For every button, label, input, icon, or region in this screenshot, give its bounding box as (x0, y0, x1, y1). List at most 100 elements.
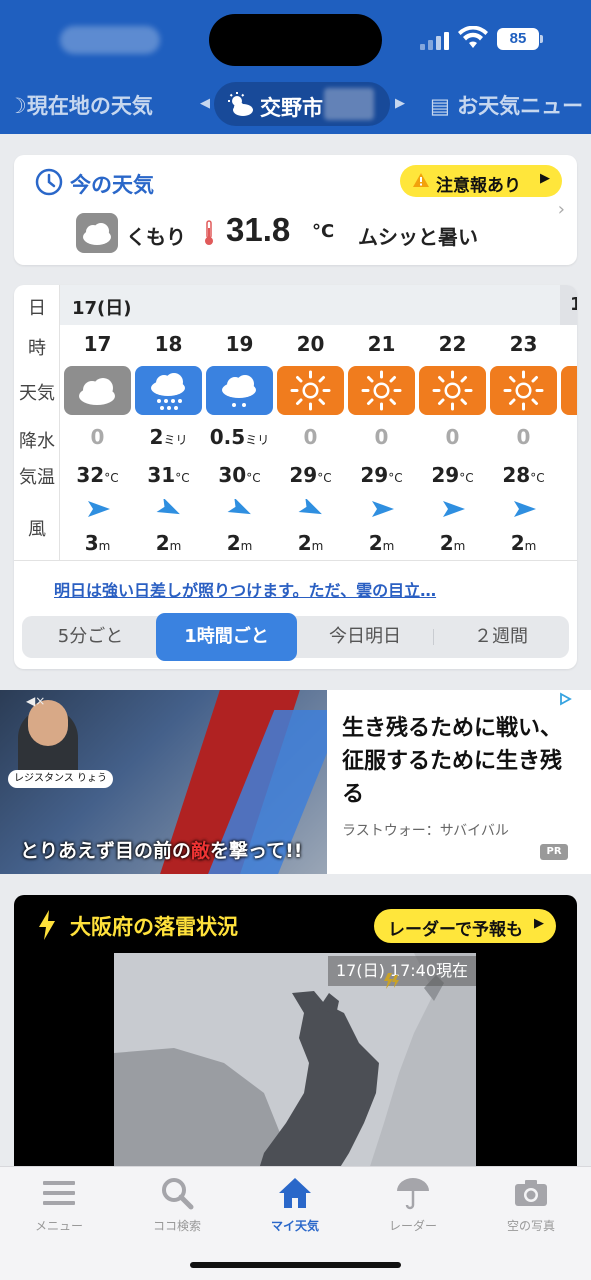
moon-icon: ☽ (8, 94, 27, 118)
status-time-blurred (60, 26, 160, 54)
cloudy-icon (64, 366, 131, 415)
tab-weather-news[interactable]: ▤ お天気ニュー (430, 90, 583, 120)
current-weather-card[interactable]: 今の天気 注意報あり ▶ くもり 31.8 °C ムシッと暑い › (14, 155, 577, 265)
nav-radar[interactable]: レーダー (354, 1175, 472, 1239)
ad-caption-post: を撃って!! (210, 840, 303, 862)
sunny-icon (419, 366, 486, 415)
ad-title[interactable]: 生き残るために戦い、征服するために生き残る (342, 712, 572, 811)
segment-today-tomorrow[interactable]: 今日明日 (297, 616, 433, 658)
precip-unit: ミリ (245, 433, 270, 447)
temp-number: 29 (431, 463, 460, 487)
wind-speed: 3 (84, 531, 99, 555)
nav-sky-photos-label: 空の写真 (506, 1219, 555, 1233)
segment-1hour[interactable]: 1時間ごと (156, 613, 297, 661)
ad-image[interactable]: ◀× レジスタンス りょう とりあえず目の前の敵を撃って!! (0, 690, 327, 874)
radar-forecast-button[interactable]: レーダーで予報も ▶ (374, 909, 556, 943)
hour-column: 23 0 28°C 2m (488, 325, 559, 560)
nav-my-weather-label: マイ天気 (270, 1219, 319, 1233)
hour-label: 17 (83, 332, 112, 356)
wind-direction-icon (86, 501, 110, 517)
tab-current-location[interactable]: ☽現在地の天気 (8, 90, 153, 120)
temp-number: 31 (147, 463, 176, 487)
hour-column: 17 0 32°C 3m (62, 325, 133, 560)
wind-speed: 2 (155, 531, 170, 555)
chevron-right-icon: ▶ (540, 171, 550, 186)
alert-badge[interactable]: 注意報あり ▶ (400, 165, 562, 197)
temp-number: 30 (218, 463, 247, 487)
row-label-wind: 風 (28, 519, 46, 540)
temp-number: 32 (76, 463, 105, 487)
temp-unit: °C (104, 471, 119, 485)
umbrella-icon (397, 1178, 429, 1210)
temp-unit: °C (388, 471, 403, 485)
segment-5min[interactable]: 5分ごと (22, 616, 159, 658)
wind-unit: m (382, 539, 395, 553)
lightning-card[interactable]: 大阪府の落雷状況 レーダーで予報も ▶ 17(日) 17:40現在 (14, 895, 577, 1185)
row-label-precip: 降水 (19, 431, 55, 452)
tab-label-blurred (324, 88, 374, 120)
chevron-right-icon: ▶ (534, 916, 544, 931)
next-day-label: 1 (570, 294, 577, 315)
news-icon: ▤ (430, 94, 450, 118)
lightning-map[interactable]: 17(日) 17:40現在 (114, 953, 477, 1185)
radar-forecast-label: レーダーで予報も (388, 920, 523, 940)
wind-unit: m (98, 539, 111, 553)
hour-column: 19 0.5ミリ 30°C 2m (204, 325, 275, 560)
hour-column: 20 0 29°C 2m (275, 325, 346, 560)
wind-direction-icon (298, 499, 322, 515)
current-temperature-unit: °C (312, 221, 335, 242)
precip-amount: 0 (445, 425, 460, 449)
wind-direction-icon (227, 499, 251, 515)
hourly-forecast-card: 日 時 天気 降水 気温 風 17(日) 1 17 0 32°C 3m 18 2ミリ 31°… (14, 285, 577, 669)
next-hour-peek (561, 366, 577, 415)
nav-search[interactable]: ココ検索 (118, 1175, 236, 1239)
divider (14, 560, 577, 561)
temp-unit: °C (459, 471, 474, 485)
adchoices-icon[interactable] (558, 692, 572, 706)
wind-value: 3m (62, 531, 133, 555)
current-weather-title: 今の天気 (70, 173, 154, 197)
current-condition: くもり (126, 225, 186, 249)
temp-value: 28°C (488, 463, 559, 487)
wind-direction-icon (370, 501, 394, 517)
clock-icon (35, 168, 63, 196)
wind-value: 2m (488, 531, 559, 555)
lightning-icon (39, 910, 55, 940)
tab-katano[interactable]: 交野市 (214, 82, 390, 126)
hour-column: 22 0 29°C 2m (417, 325, 488, 560)
temp-value: 29°C (417, 463, 488, 487)
ad-caption-pre: とりあえず目の前の (20, 840, 192, 862)
nav-sky-photos[interactable]: 空の写真 (472, 1175, 590, 1239)
temp-number: 28 (502, 463, 531, 487)
precip-amount: 0.5 (209, 425, 246, 449)
chevron-right-icon: › (557, 199, 565, 220)
hour-label: 18 (154, 332, 183, 356)
hour-column: 18 2ミリ 31°C 2m (133, 325, 204, 560)
lightning-title: 大阪府の落雷状況 (70, 915, 238, 939)
rain-icon (135, 366, 202, 415)
precip-amount: 0 (516, 425, 531, 449)
temp-value: 29°C (346, 463, 417, 487)
row-label-day: 日 (28, 298, 46, 319)
row-label-temp: 気温 (19, 467, 55, 488)
tab-next-arrow-icon[interactable]: ▶ (395, 96, 405, 111)
temp-value: 30°C (204, 463, 275, 487)
ad-banner[interactable]: ◀× レジスタンス りょう とりあえず目の前の敵を撃って!! 生き残るために戦い… (0, 690, 591, 874)
hour-label: 19 (225, 332, 254, 356)
home-indicator (190, 1262, 401, 1268)
wind-unit: m (524, 539, 537, 553)
nav-menu[interactable]: メニュー (0, 1175, 118, 1239)
precip-value: 0 (488, 425, 559, 449)
tab-prev-arrow-icon[interactable]: ◀ (200, 96, 210, 111)
forecast-comment-link[interactable]: 明日は強い日差しが照りつけます。ただ、雲の目立… (54, 577, 436, 601)
wind-speed: 2 (510, 531, 525, 555)
nav-radar-label: レーダー (388, 1219, 437, 1233)
nav-my-weather[interactable]: マイ天気 (236, 1175, 354, 1239)
precip-value: 2ミリ (133, 425, 204, 449)
cloudy-icon (76, 213, 118, 253)
wind-speed: 2 (368, 531, 383, 555)
current-weather-row: くもり 31.8 °C ムシッと暑い (76, 211, 556, 255)
segment-2weeks[interactable]: ２週間 (433, 616, 569, 658)
mute-icon[interactable]: ◀× (26, 694, 45, 708)
day-header-row: 17(日) 1 (60, 285, 577, 325)
